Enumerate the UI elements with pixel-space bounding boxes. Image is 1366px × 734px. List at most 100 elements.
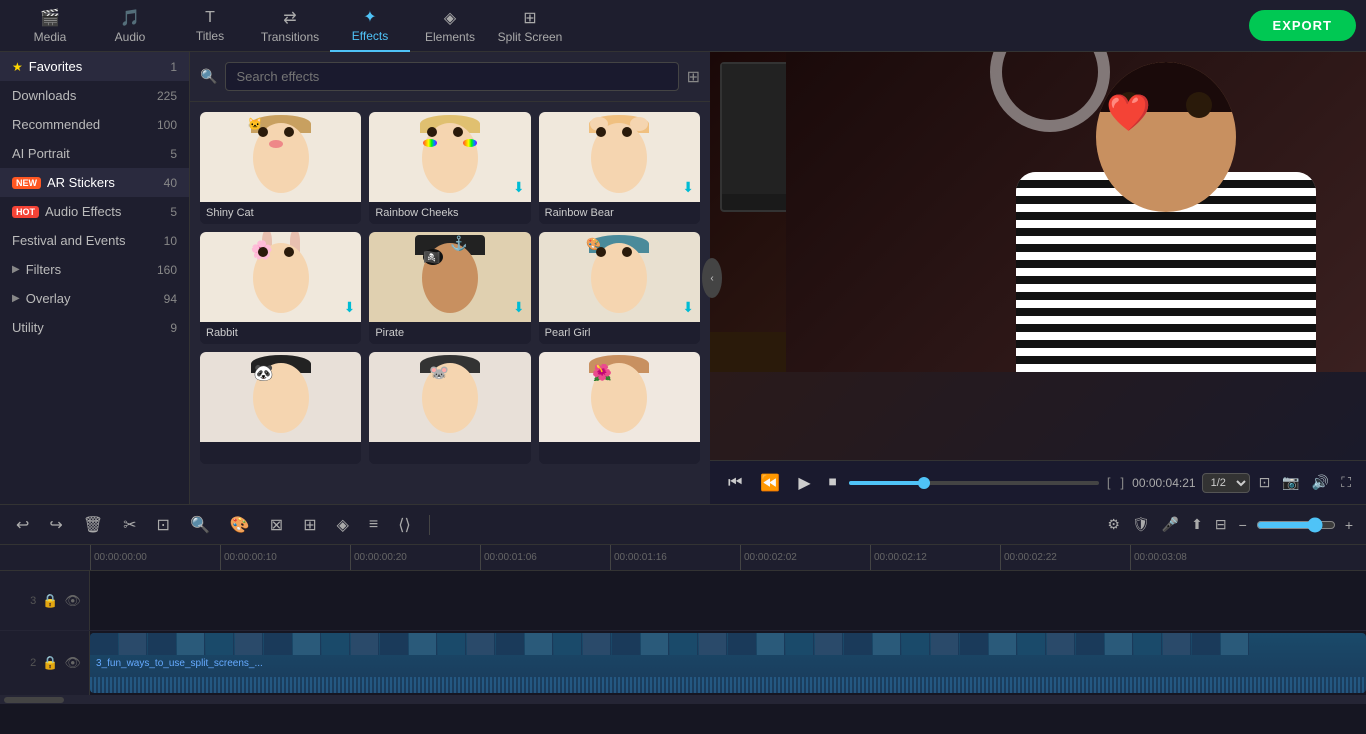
sidebar-item-overlay[interactable]: ▶ Overlay 94 [0,284,189,313]
panel-collapse-arrow[interactable]: ‹ [702,258,722,298]
effect-card-generic3[interactable]: 🌺 [539,352,700,464]
effect-card-rainbow-cheeks[interactable]: ⬇ Rainbow Cheeks [369,112,530,224]
zoom-slider[interactable] [1256,517,1336,533]
track2-lock-icon[interactable]: 🔒 [42,655,58,671]
sidebar-item-festival-events[interactable]: Festival and Events 10 [0,226,189,255]
layout-button[interactable]: ⊟ [1212,513,1230,536]
video-clip[interactable]: 3_fun_ways_to_use_split_screens_... [90,633,1366,693]
zoom-in-btn[interactable]: + [1342,514,1356,536]
effect-card-pearl-girl[interactable]: 🎨 ⬇ Pearl Girl [539,232,700,344]
undo-button[interactable]: ↩ [10,511,35,539]
sidebar-utility-label: Utility [12,320,44,335]
split-button[interactable]: ⊞ [297,511,322,539]
ruler-mark-7: 00:00:02:22 [1000,545,1130,571]
track-thumbnails [90,633,1366,655]
color-button[interactable]: 🎨 [224,511,256,539]
ruler-mark-1: 00:00:00:10 [220,545,350,571]
track3-eye-icon[interactable]: 👁 [64,593,81,609]
track3-lock-icon[interactable]: 🔒 [42,593,58,609]
sidebar-item-ar-stickers[interactable]: NEW AR Stickers 40 [0,168,189,197]
track2-controls: 2 🔒 👁 [0,631,90,695]
preview-area: Screen content Monitor [710,52,1366,460]
transform-button[interactable]: ⊠ [264,511,289,539]
horizontal-scrollbar[interactable] [0,696,1366,704]
export-button[interactable]: EXPORT [1249,10,1356,41]
download-icon-rainbow-bear[interactable]: ⬇ [682,179,694,196]
sidebar-filters-label: Filters [26,262,61,277]
step-back-button[interactable]: ⏪ [754,469,786,497]
elements-icon: ◈ [444,8,456,28]
empty-track-row: 3 🔒 👁 [0,571,1366,631]
audio-sync-button[interactable]: ≡ [363,512,384,538]
download-icon-rabbit[interactable]: ⬇ [344,299,356,316]
sidebar-item-filters[interactable]: ▶ Filters 160 [0,255,189,284]
nav-effects[interactable]: ✦ Effects [330,0,410,52]
progress-bar[interactable] [849,481,1099,485]
nav-split-screen[interactable]: ⊞ Split Screen [490,0,570,52]
zoom-in-button[interactable]: 🔍 [184,511,216,539]
volume-button[interactable]: 🔊 [1309,471,1332,494]
progress-indicator [918,477,930,489]
filters-count: 160 [157,263,177,277]
stabilize-button[interactable]: ◈ [331,511,355,539]
delete-button[interactable]: 🗑 [77,511,109,539]
ruler-mark-4: 00:00:01:16 [610,545,740,571]
ai-portrait-count: 5 [170,147,177,161]
play-button[interactable]: ▶ [792,469,816,497]
fit-screen-button[interactable]: ⊡ [1256,471,1274,494]
shield-button[interactable]: 🛡 [1129,513,1153,536]
download-icon-pearl-girl[interactable]: ⬇ [682,299,694,316]
effect-card-rabbit[interactable]: 🌸 ⬇ Rabbit [200,232,361,344]
mic-button[interactable]: 🎤 [1159,513,1182,536]
in-point-button[interactable]: [ [1105,473,1113,492]
favorites-star-icon: ★ [12,60,23,74]
nav-titles-label: Titles [196,29,224,43]
skip-back-button[interactable]: ⏮ [722,470,748,496]
effect-card-shiny-cat[interactable]: 🐱 Shiny Cat [200,112,361,224]
effect-card-pirate[interactable]: 🏴‍☠️ ⚓ ⬇ Pirate [369,232,530,344]
effect-card-rainbow-bear[interactable]: ⬇ Rainbow Bear [539,112,700,224]
speed-button[interactable]: ⟨⟩ [392,511,416,539]
nav-titles[interactable]: T Titles [170,0,250,52]
redo-button[interactable]: ↪ [43,511,68,539]
search-input[interactable] [225,62,678,91]
sidebar-item-recommended[interactable]: Recommended 100 [0,110,189,139]
stop-button[interactable]: ⏹ [823,470,843,496]
download-icon-rainbow-cheeks[interactable]: ⬇ [513,179,525,196]
transitions-icon: ⇄ [283,8,296,28]
scrollbar-thumb[interactable] [4,697,64,703]
toolbar-right: ⚙ 🛡 🎤 ⬆ ⊟ − + [1104,513,1356,536]
grid-view-icon[interactable]: ⊞ [687,67,700,87]
sidebar-item-utility[interactable]: Utility 9 [0,313,189,342]
cut-button[interactable]: ✂ [117,511,142,539]
nav-audio[interactable]: 🎵 Audio [90,0,170,52]
track3-number: 3 [30,595,36,607]
zoom-out-btn[interactable]: − [1236,514,1250,536]
download-icon-pirate[interactable]: ⬇ [513,299,525,316]
nav-transitions[interactable]: ⇄ Transitions [250,0,330,52]
settings-button[interactable]: ⚙ [1104,513,1123,536]
effect-card-generic2[interactable]: 🐭 [369,352,530,464]
effect-label-rainbow-bear: Rainbow Bear [539,202,700,224]
nav-media[interactable]: 🎬 Media [10,0,90,52]
track2-eye-icon[interactable]: 👁 [64,655,81,671]
effects-icon: ✦ [363,7,376,27]
sidebar-item-ai-portrait[interactable]: AI Portrait 5 [0,139,189,168]
effect-card-generic1[interactable]: 🐼 [200,352,361,464]
effect-label-rainbow-cheeks: Rainbow Cheeks [369,202,530,224]
sidebar-overlay-label: Overlay [26,291,71,306]
fullscreen-button[interactable]: ⛶ [1338,471,1354,494]
crop-button[interactable]: ⊡ [151,511,176,539]
export-small-button[interactable]: ⬆ [1188,513,1206,536]
sidebar-item-audio-effects[interactable]: HOT Audio Effects 5 [0,197,189,226]
sidebar-downloads-label: Downloads [12,88,76,103]
effect-label-rabbit: Rabbit [200,322,361,344]
sidebar-item-favorites[interactable]: ★ Favorites 1 [0,52,189,81]
sidebar-item-downloads[interactable]: Downloads 225 [0,81,189,110]
sidebar: ★ Favorites 1 Downloads 225 Recommended … [0,52,190,504]
zoom-level-select[interactable]: 1/2 1/4 Full [1202,473,1250,493]
snapshot-button[interactable]: 📷 [1279,471,1302,494]
nav-elements[interactable]: ◈ Elements [410,0,490,52]
track2-content[interactable]: 3_fun_ways_to_use_split_screens_... [90,631,1366,695]
out-point-button[interactable]: ] [1119,473,1127,492]
